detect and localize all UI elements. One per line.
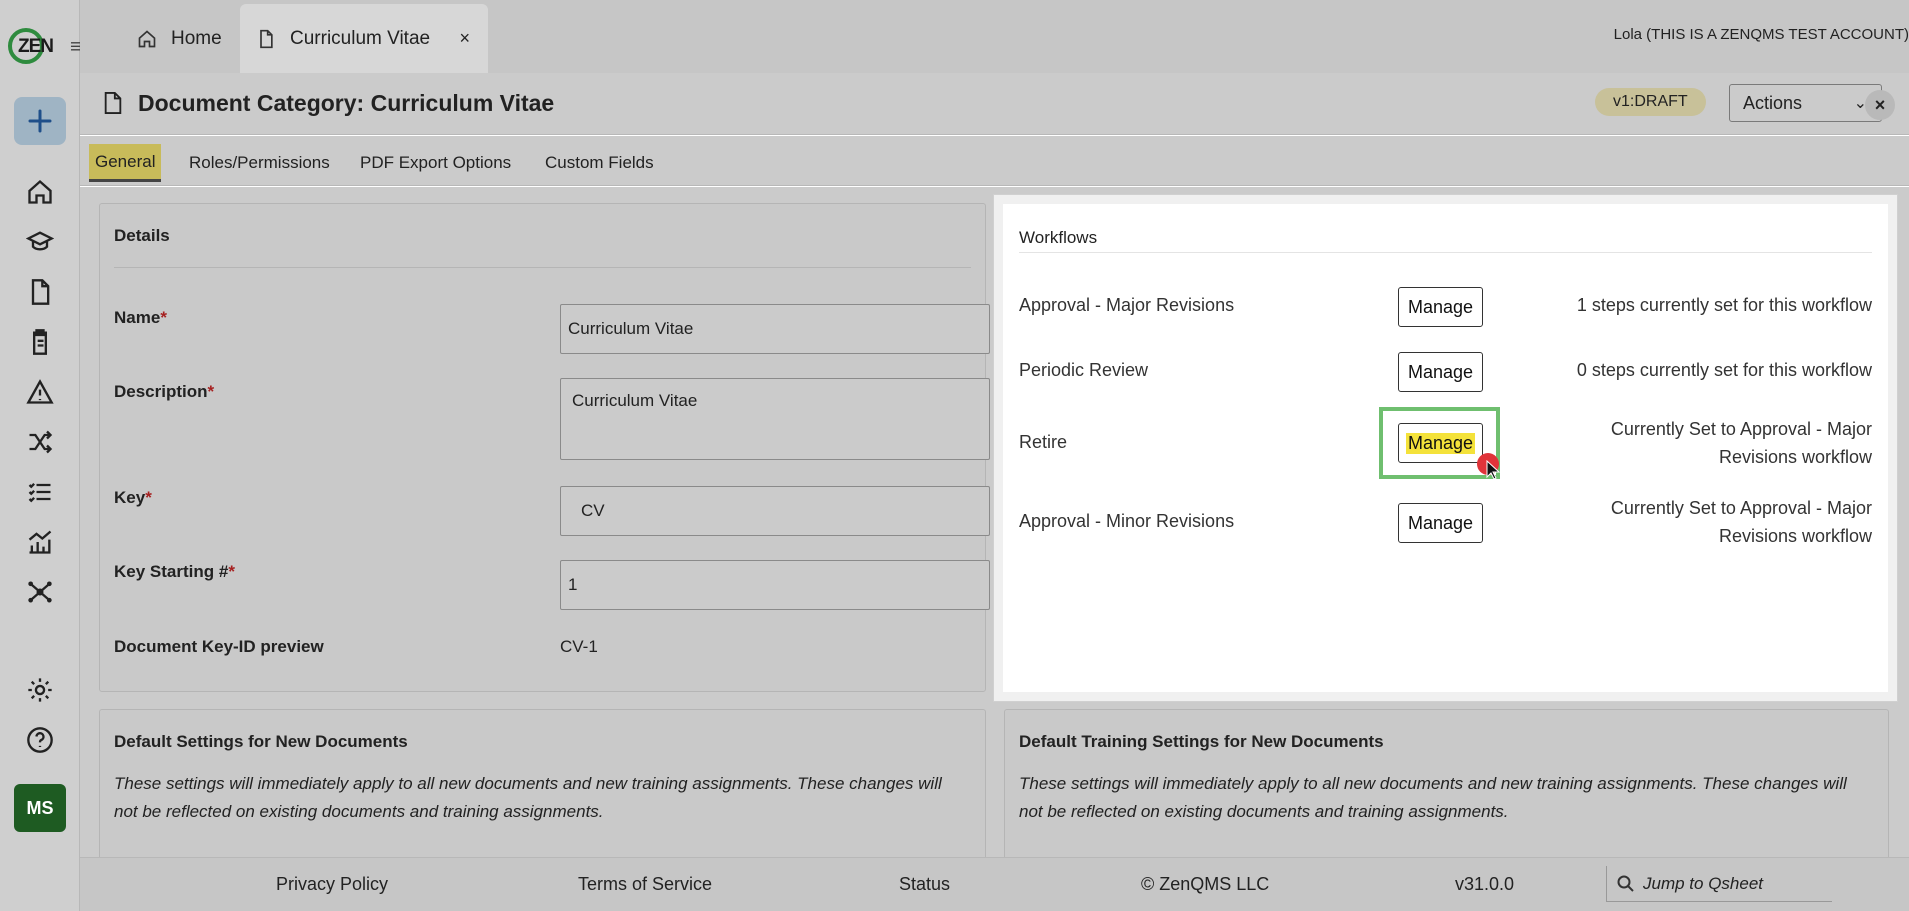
- version-text: v31.0.0: [1455, 874, 1515, 894]
- name-label: Name*: [114, 308, 167, 327]
- clipboard-icon[interactable]: [22, 324, 58, 360]
- page-title: Document Category: Curriculum Vitae: [138, 90, 555, 116]
- zen-logo[interactable]: ZEN: [8, 28, 54, 64]
- document-icon: [104, 92, 122, 114]
- tab-home-label: Home: [171, 27, 222, 49]
- divider: [1019, 252, 1872, 253]
- jump-to-qsheet-input[interactable]: Jump to Qsheet: [1606, 866, 1832, 902]
- workflow-description: Currently Set to Approval - Major Revisi…: [1610, 498, 1872, 546]
- user-name[interactable]: Lola (THIS IS A ZENQMS TEST ACCOUNT): [1614, 26, 1909, 43]
- preview-label: Document Key-ID preview: [114, 637, 324, 656]
- training-settings-panel: Default Training Settings for New Docume…: [1004, 709, 1889, 869]
- key-start-label: Key Starting #*: [114, 562, 235, 581]
- home-icon: [138, 29, 156, 47]
- copyright-text: © ZenQMS LLC: [1141, 874, 1270, 894]
- details-title: Details: [114, 226, 170, 245]
- workflow-name: Approval - Minor Revisions: [1019, 511, 1235, 531]
- tab-pdf-export-options[interactable]: PDF Export Options: [354, 144, 517, 182]
- workflow-description: 0 steps currently set for this workflow: [1576, 360, 1872, 380]
- tab-roles-permissions[interactable]: Roles/Permissions: [183, 144, 336, 182]
- tab-general[interactable]: General: [89, 144, 162, 182]
- key-field[interactable]: CV: [560, 486, 990, 536]
- training-settings-title: Default Training Settings for New Docume…: [1019, 732, 1384, 751]
- actions-label: Actions: [1743, 92, 1803, 113]
- gear-icon[interactable]: [22, 672, 58, 708]
- checklist-icon[interactable]: [22, 474, 58, 510]
- workflow-name: Retire: [1019, 432, 1068, 452]
- close-button[interactable]: ×: [1865, 90, 1895, 120]
- preview-value: CV-1: [560, 637, 598, 656]
- training-settings-note: These settings will immediately apply to…: [1019, 774, 1847, 821]
- divider: [114, 267, 971, 268]
- user-avatar[interactable]: MS: [14, 784, 66, 832]
- status-link[interactable]: Status: [899, 874, 950, 895]
- top-bar: Home Curriculum Vitae × Lola (THIS IS A …: [80, 0, 1909, 73]
- key-label: Key*: [114, 488, 152, 507]
- footer: Privacy Policy Terms of Service Status ©…: [80, 857, 1909, 911]
- analytics-icon[interactable]: [22, 524, 58, 560]
- manage-retire-button[interactable]: Manage: [1398, 423, 1483, 463]
- warning-icon[interactable]: [22, 374, 58, 410]
- cursor-icon: [1486, 460, 1500, 480]
- training-icon[interactable]: [22, 224, 58, 260]
- status-badge: v1:DRAFT: [1595, 88, 1706, 116]
- shuffle-icon[interactable]: [22, 424, 58, 460]
- document-icon: [260, 29, 273, 48]
- help-icon[interactable]: [22, 722, 58, 758]
- privacy-link[interactable]: Privacy Policy: [276, 874, 388, 895]
- default-settings-note: These settings will immediately apply to…: [114, 774, 942, 821]
- workflow-description: Currently Set to Approval - Major Revisi…: [1610, 419, 1872, 467]
- default-settings-panel: Default Settings for New Documents These…: [99, 709, 986, 869]
- network-icon[interactable]: [22, 574, 58, 610]
- tab-curriculum-vitae[interactable]: Curriculum Vitae ×: [240, 4, 488, 73]
- terms-link[interactable]: Terms of Service: [578, 874, 712, 895]
- actions-dropdown[interactable]: Actions ⌄: [1729, 84, 1882, 122]
- workflows-panel: Workflows Approval - Major Revisions Man…: [993, 194, 1898, 702]
- manage-retire-label: Manage: [1405, 432, 1476, 454]
- home-icon[interactable]: [22, 174, 58, 210]
- close-tab-icon[interactable]: ×: [459, 28, 470, 49]
- tab-custom-fields[interactable]: Custom Fields: [539, 144, 660, 182]
- manage-minor-revisions-button[interactable]: Manage: [1398, 503, 1483, 543]
- description-field[interactable]: Curriculum Vitae: [560, 378, 990, 460]
- workflow-name: Periodic Review: [1019, 360, 1149, 380]
- workflow-name: Approval - Major Revisions: [1019, 295, 1235, 315]
- default-settings-title: Default Settings for New Documents: [114, 732, 408, 751]
- plus-icon: [28, 109, 52, 133]
- left-sidebar: ZEN ≡ MS: [0, 0, 82, 911]
- page-header: Document Category: Curriculum Vitae v1:D…: [80, 73, 1909, 135]
- key-start-field[interactable]: 1: [560, 560, 990, 610]
- manage-major-revisions-button[interactable]: Manage: [1398, 287, 1483, 327]
- description-label: Description*: [114, 382, 215, 401]
- documents-icon[interactable]: [22, 274, 58, 310]
- workflow-description: 1 steps currently set for this workflow: [1576, 295, 1872, 315]
- logo-text: ZEN: [18, 36, 54, 57]
- name-field[interactable]: Curriculum Vitae: [560, 304, 990, 354]
- tab-home[interactable]: Home: [125, 4, 234, 73]
- jump-placeholder: Jump to Qsheet: [1643, 873, 1764, 893]
- search-icon: [1617, 875, 1634, 892]
- section-tabs: General Roles/Permissions PDF Export Opt…: [80, 136, 1909, 186]
- manage-periodic-review-button[interactable]: Manage: [1398, 352, 1483, 392]
- tab-cv-label: Curriculum Vitae: [290, 27, 431, 49]
- add-button[interactable]: [14, 97, 66, 145]
- details-panel: Details Name* Curriculum Vitae Descripti…: [99, 203, 990, 692]
- workflows-title: Workflows: [1019, 228, 1098, 247]
